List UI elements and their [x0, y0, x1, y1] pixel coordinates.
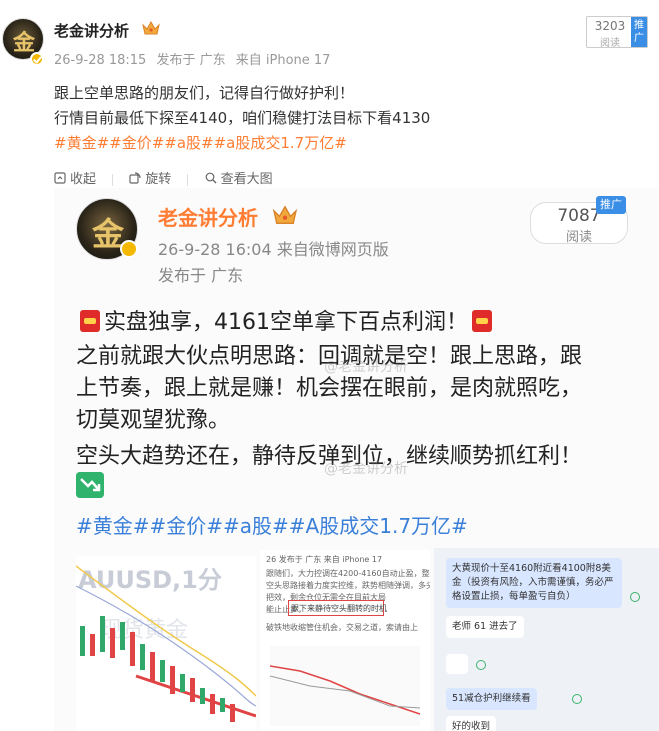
inner-time-source: 26-9-28 16:04 来自微博网页版	[158, 240, 389, 259]
view-large-label: 查看大图	[220, 172, 273, 187]
watermark: @老金讲分析	[324, 359, 408, 375]
post-image[interactable]: 金 老金讲分析 26-9-28 16:04 来自微博网页版 发布于 广东 708…	[54, 188, 659, 731]
username[interactable]: 老金讲分析	[54, 20, 129, 41]
post-time[interactable]: 26-9-28 18:15	[54, 53, 146, 68]
views-label: 阅读	[600, 38, 620, 49]
chat-bubble: 老师 61 进去了	[446, 616, 524, 638]
candle	[210, 694, 215, 714]
inner-verified-icon	[120, 240, 138, 258]
inner-headline: 实盘独享，4161空单拿下百点利润！	[76, 304, 496, 336]
promo-tag[interactable]: 推广	[631, 17, 647, 47]
mini-chart	[270, 646, 420, 726]
embedded-screenshot: 金 老金讲分析 26-9-28 16:04 来自微博网页版 发布于 广东 708…	[54, 188, 659, 731]
doc-line: 26 发布于 广东 来自 iPhone 17	[266, 555, 383, 564]
inner-username: 老金讲分析	[158, 206, 258, 230]
collapse-label: 收起	[70, 172, 97, 187]
candle	[140, 644, 145, 670]
views-counter: 3203 阅读 推广	[586, 16, 648, 49]
candle	[150, 652, 155, 682]
rotate-icon	[129, 171, 141, 184]
inner-crown-icon	[272, 205, 298, 224]
candle	[80, 626, 85, 656]
candle	[170, 666, 175, 694]
post-hashtags[interactable]: #黄金##金价##a股##a股成交1.7万亿#	[54, 132, 347, 153]
inner-location: 发布于 广东	[158, 266, 244, 285]
check-icon	[476, 660, 486, 670]
magnify-icon	[205, 172, 217, 183]
emoji-bubble	[446, 654, 468, 674]
price-chart-snapshot: AUUSD,1分 现货黄金	[76, 556, 256, 731]
view-large-button[interactable]: 查看大图	[205, 168, 273, 187]
doc-line: 跟随们，大力控调在4200-4160自动止盈，整整400点	[266, 569, 430, 578]
crown-icon	[142, 20, 160, 35]
post-location: 发布于 广东	[156, 53, 226, 68]
post-text-line1: 跟上空单思路的朋友们，记得自行做好护利！	[54, 84, 355, 102]
candle	[180, 674, 185, 692]
candle	[160, 660, 165, 682]
rotate-label: 旋转	[145, 172, 172, 187]
candle	[100, 616, 105, 652]
candlestick-chart	[76, 565, 256, 722]
verified-badge-icon	[30, 52, 44, 66]
post-text-line2: 行情目前最低下探至4140，咱们稳健打法目标下看4130	[54, 109, 431, 127]
red-envelope-icon	[472, 310, 492, 332]
check-icon	[630, 592, 640, 602]
highlighted-text: 跟下来静待空头翻转的时机	[288, 600, 387, 616]
post-source: 来自 iPhone 17	[235, 53, 331, 68]
red-envelope-icon	[80, 310, 100, 332]
chat-bubble: 大黄现价十至4160附近看4100附8美金（投资有风险，入市需谨慎，务必严格设置…	[446, 558, 622, 608]
collapse-button[interactable]: 收起	[54, 168, 96, 187]
check-icon	[572, 694, 582, 704]
inner-promo-tag: 推广	[596, 196, 626, 214]
doc-line: 空头思路接着力度实控维，跌势相随弹调，多头毫无还手之	[266, 581, 430, 590]
post-snapshot: 26 发布于 广东 来自 iPhone 17 跟随们，大力控调在4200-416…	[260, 550, 430, 731]
post-header: 金 老金讲分析 26-9-28 18:15 发布于 广东 来自 iPhone 1…	[0, 0, 659, 80]
views-count: 3203	[594, 19, 626, 33]
candle	[90, 634, 95, 656]
candle	[130, 632, 135, 666]
rotate-button[interactable]: 旋转	[129, 168, 171, 187]
chart-down-icon	[76, 472, 104, 498]
chat-bubble: 好的收到	[446, 716, 497, 731]
candle	[120, 622, 125, 650]
candle	[220, 698, 225, 712]
inner-text-line4: 切莫观望犹豫。	[76, 408, 231, 433]
watermark: @老金讲分析	[324, 461, 408, 477]
post-meta: 26-9-28 18:15 发布于 广东 来自 iPhone 17	[54, 49, 336, 68]
inner-hashtags: #黄金##金价##a股##A股成交1.7万亿#	[76, 514, 468, 538]
candle	[230, 704, 235, 722]
chat-bubble: 51减仓护利继续看	[446, 688, 537, 710]
doc-line: 破铁地收缩管住机会，交易之道，索请由上	[266, 623, 418, 632]
inner-views-label: 阅读	[565, 230, 592, 245]
collapse-icon	[54, 171, 66, 184]
candle	[200, 688, 205, 704]
toolbar-divider	[112, 174, 114, 186]
chat-snapshot: 大黄现价十至4160附近看4100附8美金（投资有风险，入市需谨慎，务必严格设置…	[434, 548, 659, 731]
candle	[110, 628, 115, 658]
toolbar-divider	[187, 174, 189, 186]
image-toolbar: 收起 旋转 查看大图	[54, 168, 285, 187]
inner-headline-text: 实盘独享，4161空单拿下百点利润！	[104, 310, 468, 335]
candle	[190, 678, 195, 702]
